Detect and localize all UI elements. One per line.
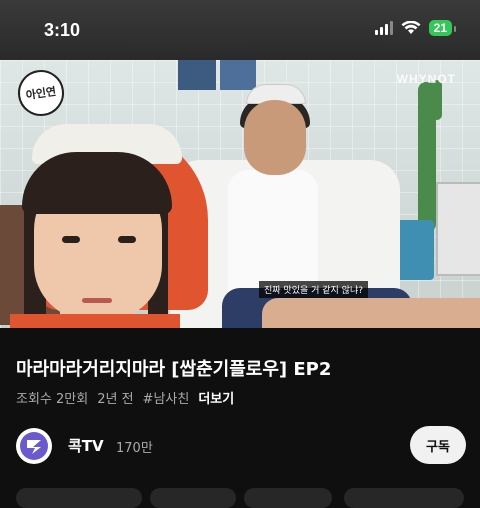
battery-icon: 21	[428, 20, 457, 36]
video-title[interactable]: 마라마라거리지마라 [쌉춘기플로우] EP2	[16, 355, 331, 381]
action-chip[interactable]	[150, 488, 236, 508]
view-count: 조회수 2만회	[16, 392, 89, 407]
more-button[interactable]: 더보기	[198, 388, 234, 407]
upload-age: 2년 전	[97, 392, 134, 407]
video-player[interactable]: 아인연 WHYNOT 진짜 맛있을 거 같지 않냐?	[0, 60, 480, 328]
avatar[interactable]	[16, 428, 52, 464]
channel-row[interactable]: 콕TV 170만 구독	[16, 426, 466, 466]
signal-icon	[374, 21, 393, 35]
status-time: 3:10	[44, 20, 81, 40]
action-chips-row	[0, 488, 480, 508]
action-chip[interactable]	[16, 488, 142, 508]
video-meta[interactable]: 조회수 2만회 2년 전 #남사친 더보기	[16, 388, 234, 407]
action-chip[interactable]	[344, 488, 464, 508]
status-bar: 3:10 21	[0, 0, 480, 60]
hashtag-link[interactable]: #남사친	[143, 388, 190, 407]
subscribe-button[interactable]: 구독	[410, 426, 466, 464]
subscriber-count: 170만	[116, 441, 153, 456]
channel-logo-icon	[20, 432, 48, 460]
action-chip[interactable]	[244, 488, 332, 508]
video-subtitle: 진짜 맛있을 거 같지 않냐?	[259, 281, 369, 298]
wifi-icon	[401, 21, 421, 34]
status-icons: 21	[374, 20, 457, 36]
video-watermark: WHYNOT	[396, 72, 456, 86]
channel-name[interactable]: 콕TV	[68, 435, 104, 456]
